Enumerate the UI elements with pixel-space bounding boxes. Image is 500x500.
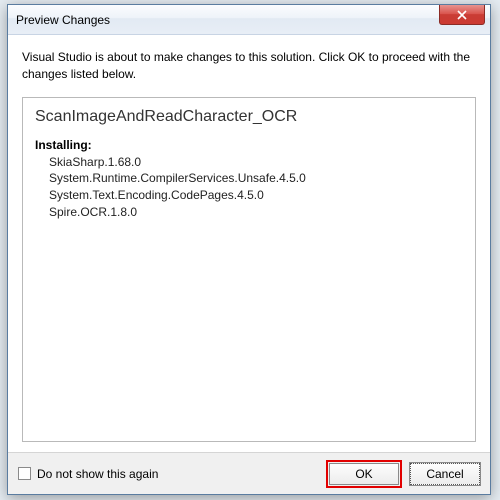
do-not-show-wrapper: Do not show this again bbox=[18, 467, 318, 481]
package-list: SkiaSharp.1.68.0 System.Runtime.Compiler… bbox=[35, 154, 463, 221]
cancel-button[interactable]: Cancel bbox=[410, 463, 480, 485]
dialog-content: Visual Studio is about to make changes t… bbox=[8, 35, 490, 452]
do-not-show-checkbox[interactable] bbox=[18, 467, 31, 480]
close-icon bbox=[457, 10, 467, 20]
cancel-button-label: Cancel bbox=[426, 467, 463, 481]
list-item: System.Runtime.CompilerServices.Unsafe.4… bbox=[49, 170, 463, 187]
changes-list-box: ScanImageAndReadCharacter_OCR Installing… bbox=[22, 97, 476, 442]
installing-heading: Installing: bbox=[35, 138, 463, 152]
close-button[interactable] bbox=[439, 5, 485, 25]
dialog-footer: Do not show this again OK Cancel bbox=[8, 452, 490, 494]
list-item: SkiaSharp.1.68.0 bbox=[49, 154, 463, 171]
ok-button-highlight: OK bbox=[326, 460, 402, 488]
dialog-title: Preview Changes bbox=[16, 13, 110, 27]
project-name: ScanImageAndReadCharacter_OCR bbox=[35, 108, 463, 126]
do-not-show-label: Do not show this again bbox=[37, 467, 158, 481]
titlebar: Preview Changes bbox=[8, 5, 490, 35]
instruction-text: Visual Studio is about to make changes t… bbox=[22, 49, 476, 83]
list-item: System.Text.Encoding.CodePages.4.5.0 bbox=[49, 187, 463, 204]
preview-changes-dialog: Preview Changes Visual Studio is about t… bbox=[7, 4, 491, 495]
ok-button[interactable]: OK bbox=[329, 463, 399, 485]
list-item: Spire.OCR.1.8.0 bbox=[49, 204, 463, 221]
ok-button-label: OK bbox=[355, 467, 372, 481]
